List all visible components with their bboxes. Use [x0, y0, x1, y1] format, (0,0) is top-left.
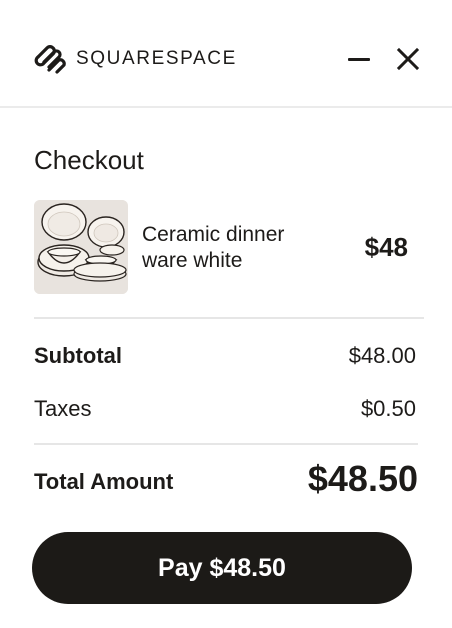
- subtotal-label: Subtotal: [34, 343, 122, 368]
- total-label: Total Amount: [34, 469, 174, 494]
- total-value: $48.50: [307, 458, 418, 499]
- product-name: Ceramic dinner ware white: [142, 223, 285, 272]
- minimize-icon: [348, 57, 370, 61]
- brand-name: SQUARESPACE: [76, 48, 237, 69]
- squarespace-logo-icon: [34, 45, 66, 74]
- product-image: [34, 200, 128, 294]
- total-row: Total Amount $48.50: [34, 458, 418, 500]
- brand-logo: SQUARESPACE: [34, 44, 237, 74]
- close-button[interactable]: [392, 43, 424, 75]
- pay-button[interactable]: Pay $48.50: [32, 532, 412, 604]
- divider: [34, 443, 418, 445]
- checkout-panel: SQUARESPACE Checkout Ceramic dinner ware…: [0, 0, 452, 628]
- product-price: $48: [364, 232, 408, 262]
- taxes-label: Taxes: [34, 396, 92, 421]
- checkout-title: Checkout: [34, 145, 144, 175]
- divider: [34, 317, 424, 319]
- taxes-row: Taxes $0.50: [34, 396, 418, 422]
- subtotal-value: $48.00: [348, 343, 416, 368]
- checkout-header: SQUARESPACE: [0, 0, 452, 108]
- close-icon: [396, 47, 420, 71]
- subtotal-row: Subtotal $48.00: [34, 343, 418, 369]
- minimize-button[interactable]: [343, 43, 375, 75]
- taxes-value: $0.50: [360, 396, 416, 421]
- cart-item: Ceramic dinner ware white $48: [34, 200, 418, 294]
